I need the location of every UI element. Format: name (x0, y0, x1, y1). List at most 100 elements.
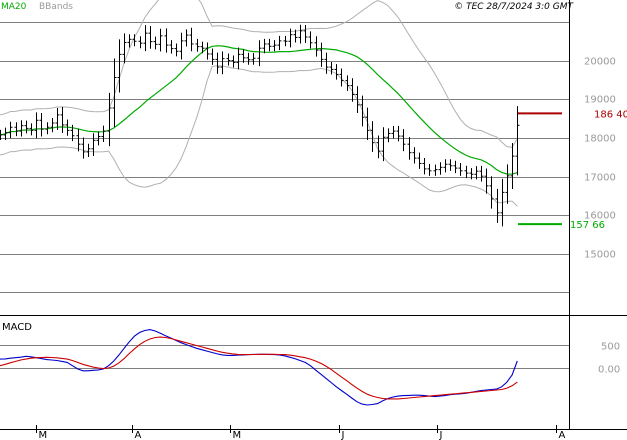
x-tick-label: M (233, 430, 242, 440)
ohlc-bar (314, 36, 319, 57)
price-chart: 150001600017000180001900020000186 40157 … (0, 0, 627, 440)
ohlc-bar (262, 38, 267, 54)
chart-frame (0, 0, 627, 430)
x-tick-label: M (39, 430, 48, 440)
ohlc-bar (158, 28, 163, 52)
ohlc-bar (272, 40, 277, 52)
ma20-line (0, 45, 518, 175)
ohlc-bar (448, 159, 453, 171)
ohlc-bar (422, 158, 427, 175)
ohlc-bar (81, 137, 86, 159)
ohlc-bar (50, 117, 55, 133)
x-axis: MAMJJA (36, 425, 566, 440)
ohlc-bar (489, 176, 494, 209)
ohlc-bar (308, 31, 313, 49)
ohlc-bar (174, 43, 179, 57)
support-label: 157 66 (570, 220, 605, 231)
macd-y-tick-label: 0.00 (598, 365, 620, 376)
ohlc-bar (8, 121, 13, 139)
y-tick-label: 19000 (584, 95, 616, 106)
ohlc-bar (391, 126, 396, 139)
ohlc-bar (319, 42, 324, 67)
ohlc-bar (86, 143, 91, 157)
ohlc-bar (510, 142, 515, 189)
ohlc-bar (117, 39, 122, 93)
ohlc-bar (298, 24, 303, 44)
ohlc-bar (360, 95, 365, 127)
bband-upper (0, 0, 518, 148)
x-tick-label: A (135, 430, 142, 440)
ohlc-bar (34, 112, 39, 139)
ohlc-bar (14, 122, 19, 137)
ohlc-bar (24, 120, 29, 134)
y-tick-label: 17000 (584, 173, 616, 184)
ohlc-bar (458, 163, 463, 176)
ohlc-bar (60, 106, 65, 133)
x-tick-label: J (341, 430, 345, 440)
ohlc-bar (303, 24, 308, 43)
y-tick-label: 18000 (584, 134, 616, 145)
ohlc-bar (407, 137, 412, 160)
ohlc-bar (236, 47, 241, 70)
ohlc-bar (324, 52, 329, 74)
macd-panel: MACD 0.00 500 (0, 322, 620, 406)
y-tick-label: 20000 (584, 57, 616, 68)
legend-bbands: BBands (39, 2, 73, 12)
ohlc-bar (195, 38, 200, 52)
ohlc-bar (417, 152, 422, 169)
ohlc-bar (164, 28, 169, 53)
ohlc-bar (184, 29, 189, 47)
ohlc-bar (267, 38, 272, 52)
ohlc-bar (138, 36, 143, 49)
ohlc-bar (412, 147, 417, 164)
ohlc-bars (0, 24, 520, 227)
legend-ma20: MA20 (1, 2, 27, 12)
ohlc-bar (401, 129, 406, 152)
macd-title: MACD (2, 322, 32, 333)
ohlc-bar (220, 51, 225, 75)
ohlc-bar (283, 35, 288, 47)
ohlc-bar (453, 160, 458, 174)
x-tick-label: A (559, 430, 566, 440)
y-tick-label: 15000 (584, 250, 616, 261)
ohlc-bar (257, 40, 262, 67)
ohlc-bar (246, 52, 251, 65)
x-tick-label: J (439, 430, 443, 440)
ohlc-bar (505, 164, 510, 204)
ohlc-bar (370, 121, 375, 152)
ohlc-bar (226, 53, 231, 66)
ohlc-bar (443, 159, 448, 173)
ohlc-bar (277, 35, 282, 51)
source-credit: © TEC 28/7/2024 3:0 GMT (454, 2, 574, 12)
ohlc-bar (91, 133, 96, 156)
ohlc-bar (365, 107, 370, 140)
chart-root: 15000 16000 17000 18000 19000 20000 186 40 157 … (0, 0, 627, 440)
ohlc-bar (19, 120, 24, 137)
ohlc-bar (334, 64, 339, 80)
ohlc-bar (438, 162, 443, 175)
ohlc-bar (251, 53, 256, 65)
macd-series-macd (0, 329, 518, 406)
ohlc-bar (148, 26, 153, 49)
legend: MA20 BBands © TEC 28/7/2024 3:0 GMT (1, 2, 575, 12)
ohlc-bar (153, 36, 158, 50)
ohlc-bar (484, 168, 489, 194)
ohlc-bar (143, 25, 148, 52)
ohlc-bar (210, 48, 215, 65)
ohlc-bar (189, 27, 194, 52)
ohlc-bar (101, 125, 106, 142)
resistance-label: 186 40 (594, 109, 627, 120)
ohlc-bar (433, 164, 438, 176)
ohlc-bar (479, 165, 484, 182)
price-grid: 150001600017000180001900020000 (0, 22, 616, 293)
ohlc-bar (39, 112, 44, 137)
ohlc-bar (386, 128, 391, 143)
ohlc-bar (464, 165, 469, 179)
ohlc-bar (396, 125, 401, 142)
ohlc-bar (215, 52, 220, 74)
ohlc-bar (112, 58, 117, 127)
ohlc-bar (179, 32, 184, 60)
macd-y-tick-label: 500 (601, 342, 620, 353)
ohlc-bar (169, 40, 174, 54)
ohlc-bar (76, 128, 81, 152)
